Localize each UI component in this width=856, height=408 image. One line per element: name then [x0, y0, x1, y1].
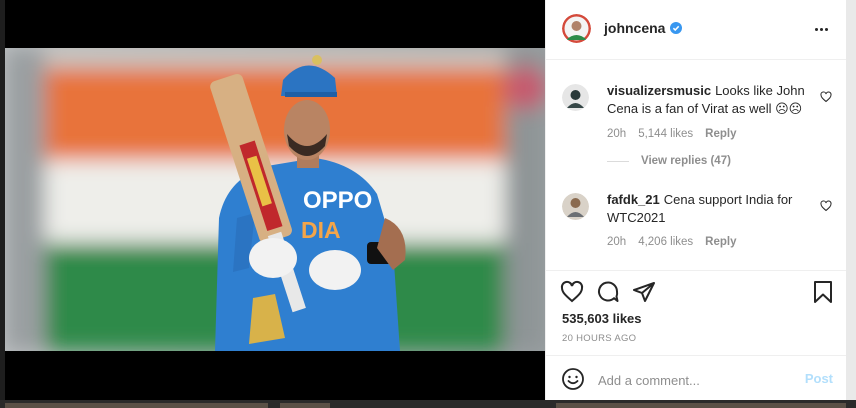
- svg-text:DIA: DIA: [301, 217, 341, 243]
- emoji-smile-icon[interactable]: [561, 367, 585, 391]
- author-avatar[interactable]: [562, 14, 591, 43]
- post-timestamp[interactable]: 20 HOURS AGO: [562, 333, 636, 344]
- comment-bubble-icon[interactable]: [596, 280, 620, 304]
- post-side-panel: johncena visualizersmusic Looks like John: [545, 0, 847, 403]
- comment-likes[interactable]: 4,206 likes: [638, 236, 693, 248]
- comment-item: fafdk_21 Cena support India for WTC2021 2…: [562, 191, 832, 261]
- author-username-text[interactable]: johncena: [604, 20, 665, 36]
- commenter-avatar[interactable]: [562, 193, 589, 220]
- bookmark-icon[interactable]: [811, 280, 835, 304]
- post-actions: 535,603 likes 20 HOURS AGO: [546, 270, 847, 362]
- view-replies-button[interactable]: View replies (47): [607, 155, 731, 167]
- background-feed-tile: [280, 403, 330, 408]
- instagram-post-viewer: OPPO DIA johncena visualizersmusic Looks…: [0, 0, 856, 408]
- comment-like-heart-icon[interactable]: [820, 91, 832, 103]
- comment-reply-button[interactable]: Reply: [705, 236, 736, 248]
- heart-icon[interactable]: [560, 280, 584, 304]
- comment-list[interactable]: visualizersmusic Looks like John Cena is …: [546, 61, 847, 270]
- comment-age: 20h: [607, 128, 627, 140]
- post-photo: OPPO DIA: [5, 48, 545, 351]
- window-edge: [846, 0, 856, 403]
- svg-text:OPPO: OPPO: [303, 187, 372, 214]
- comment-reply-button[interactable]: Reply: [705, 128, 736, 140]
- comment-like-heart-icon[interactable]: [820, 200, 832, 212]
- commenter-avatar[interactable]: [562, 84, 589, 111]
- post-likes-count[interactable]: 535,603 likes: [562, 311, 642, 326]
- post-header: johncena: [546, 0, 847, 60]
- author-username[interactable]: johncena: [604, 20, 683, 36]
- add-comment-input[interactable]: [598, 369, 798, 391]
- background-feed-tile: [556, 403, 846, 408]
- comment-body: visualizersmusic Looks like John Cena is …: [607, 82, 807, 118]
- comment-body: fafdk_21 Cena support India for WTC2021: [607, 191, 807, 227]
- send-icon[interactable]: [632, 280, 656, 304]
- comment-meta: 20h 4,206 likes Reply: [607, 236, 737, 248]
- background-feed-tile: [5, 403, 268, 408]
- comment-username[interactable]: fafdk_21: [607, 192, 660, 207]
- comment-likes[interactable]: 5,144 likes: [638, 128, 693, 140]
- post-media[interactable]: OPPO DIA: [5, 0, 545, 403]
- view-replies-line: [607, 160, 629, 162]
- post-comment-button[interactable]: Post: [805, 371, 833, 386]
- more-options-icon[interactable]: [809, 19, 833, 39]
- comment-username[interactable]: visualizersmusic: [607, 83, 711, 98]
- comment-age: 20h: [607, 236, 627, 248]
- comment-meta: 20h 5,144 likes Reply: [607, 128, 737, 140]
- verified-badge-icon: [670, 22, 683, 34]
- view-replies-label[interactable]: View replies (47): [641, 155, 731, 167]
- add-comment-bar: Post: [546, 355, 847, 403]
